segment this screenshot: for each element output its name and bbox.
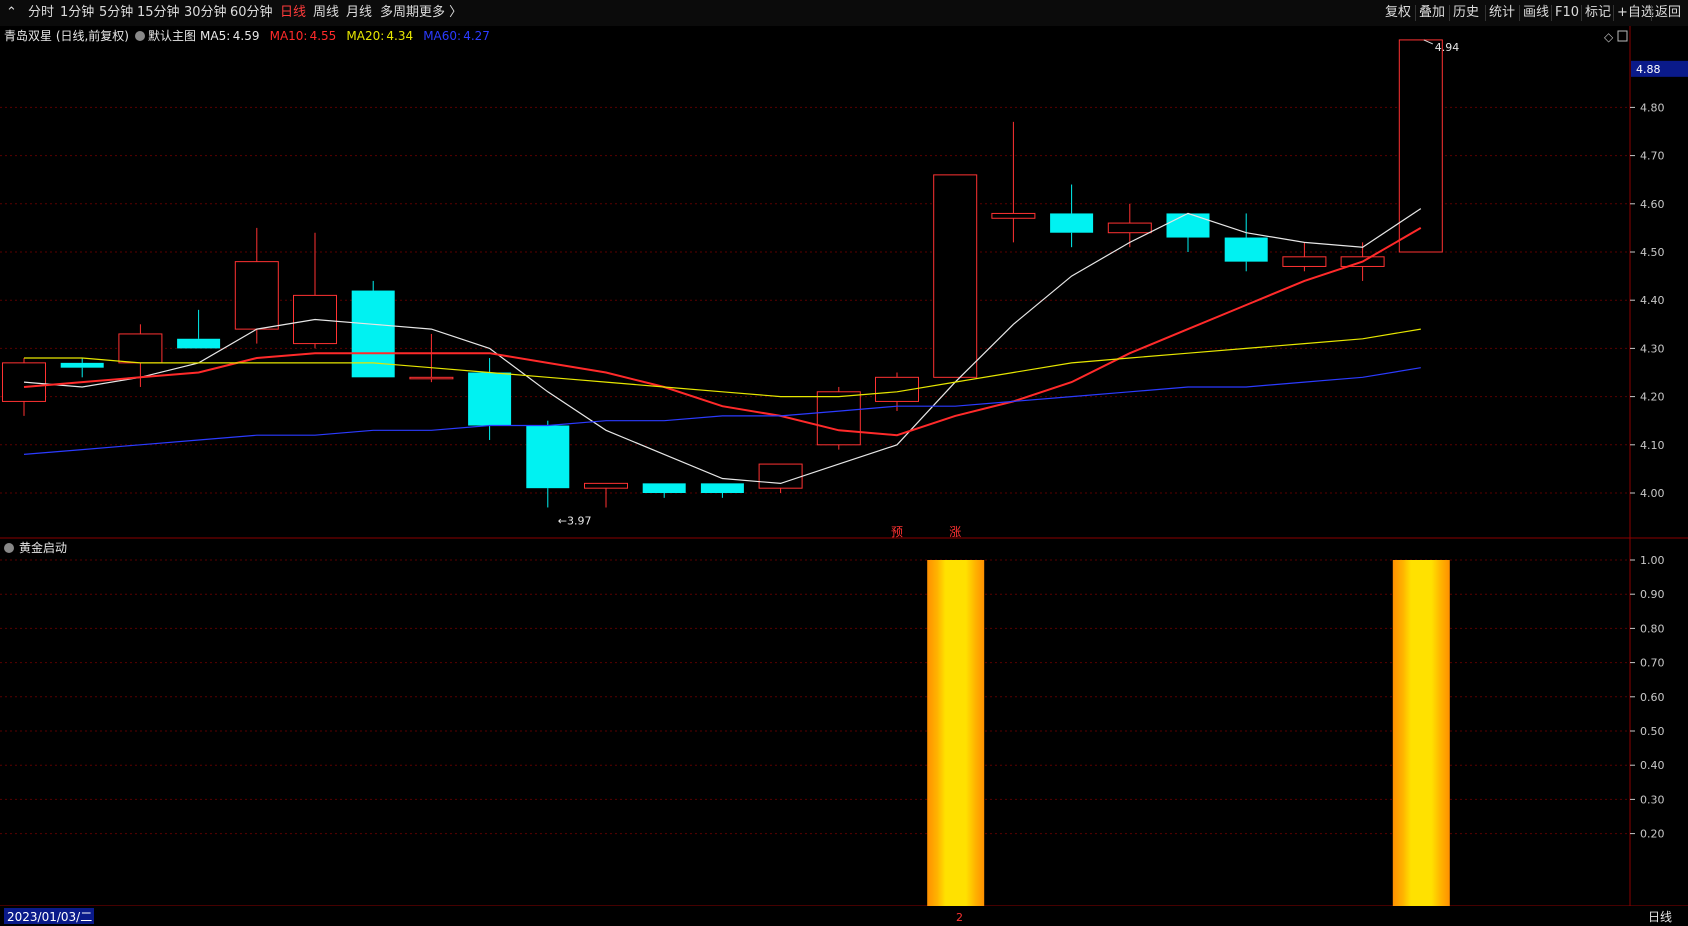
candle-body [816, 391, 861, 446]
low-price-label: ←3.97 [558, 514, 592, 527]
toolbar-separator [1581, 5, 1582, 21]
tab-30min[interactable]: 30分钟 [184, 0, 227, 26]
signal-label: 涨 [949, 524, 961, 539]
tab-weekly[interactable]: 周线 [313, 0, 339, 26]
indicator-tick-label: 1.00 [1640, 554, 1665, 567]
y-tick-label: 4.00 [1640, 487, 1665, 500]
toolbar-separator [1551, 5, 1552, 21]
indicator-tick-label: 0.50 [1640, 725, 1665, 738]
ma-legend-label: MA20: [346, 29, 384, 43]
candle-body [234, 261, 279, 330]
last-price-label: 4.88 [1636, 63, 1661, 76]
tab-daily[interactable]: 日线 [280, 0, 306, 26]
btn-history[interactable]: 历史 [1453, 0, 1479, 26]
tab-60min[interactable]: 60分钟 [230, 0, 273, 26]
toolbar-separator [1485, 5, 1486, 21]
candle-body [584, 482, 628, 489]
y-tick-label: 4.80 [1640, 101, 1665, 114]
y-tick-label: 4.60 [1640, 198, 1665, 211]
toolbar-separator [1449, 5, 1450, 21]
candle-body [1107, 222, 1152, 234]
candle [1398, 39, 1443, 253]
btn-fuquan[interactable]: 复权 [1385, 0, 1411, 26]
toolbar-separator [1613, 5, 1614, 21]
indicator-tick-label: 0.20 [1640, 828, 1665, 841]
y-tick-label: 4.10 [1640, 439, 1665, 452]
btn-stats[interactable]: 统计 [1489, 0, 1515, 26]
toolbar-separator [1415, 5, 1416, 21]
tab-monthly[interactable]: 月线 [346, 0, 372, 26]
btn-back[interactable]: 返回 [1655, 0, 1681, 26]
golden-start-bar [1392, 560, 1450, 912]
toolbar-toggle-icon[interactable]: ⌃ [6, 0, 17, 26]
y-tick-label: 4.70 [1640, 150, 1665, 163]
btn-add-watch[interactable]: +自选 [1617, 0, 1654, 26]
candle [933, 174, 978, 378]
signal-label: 预 [891, 525, 903, 539]
golden-start-bar [927, 560, 985, 912]
indicator-tick-label: 0.90 [1640, 588, 1665, 601]
footer-marker: 2 [956, 911, 963, 924]
ma-legend-label: MA10: [270, 29, 308, 43]
tab-fenshi[interactable]: 分时 [28, 0, 54, 26]
toolbar-separator [1519, 5, 1520, 21]
period-label: 日线 [1648, 910, 1672, 924]
y-tick-label: 4.40 [1640, 294, 1665, 307]
candle-body [700, 483, 744, 493]
template-dropdown-icon[interactable] [135, 31, 145, 41]
btn-draw[interactable]: 画线 [1523, 0, 1549, 26]
candle-body [758, 463, 803, 489]
indicator-tick-label: 0.80 [1640, 622, 1665, 635]
btn-f10[interactable]: F10 [1555, 0, 1579, 26]
ma-legend-value: 4.27 [463, 29, 490, 43]
high-price-label: 4.94 [1435, 41, 1460, 54]
footer-bar: 2023/01/03/二 2 日线 [0, 906, 1688, 926]
indicator-title: 黄金启动 [19, 540, 67, 555]
period-toolbar: ⌃ 分时 1分钟 5分钟 15分钟 30分钟 60分钟 日线 周线 月线 多周期 更多 〉 复权 叠加 历史… [0, 0, 1688, 27]
ma-legend-label: MA5: [200, 29, 230, 43]
indicator-tick-label: 0.40 [1640, 759, 1665, 772]
candle-body [1282, 256, 1327, 267]
candle-body [1050, 213, 1094, 233]
candle-body [642, 483, 686, 493]
candle-body [1166, 213, 1210, 238]
template-name[interactable]: 默认主图 [148, 28, 196, 43]
tab-more[interactable]: 更多 〉 [419, 0, 462, 26]
ma-legend-label: MA60: [423, 29, 461, 43]
tab-5min[interactable]: 5分钟 [99, 0, 133, 26]
candle-body [1224, 237, 1268, 262]
candle-body [177, 338, 221, 349]
indicator-tick-label: 0.30 [1640, 793, 1665, 806]
candle-body [933, 174, 978, 378]
btn-overlay[interactable]: 叠加 [1419, 0, 1445, 26]
toolbar-separator [1651, 5, 1652, 21]
stock-title: 青岛双星 (日线,前复权) [4, 28, 129, 43]
candle-body [991, 212, 1036, 219]
collapse-icon[interactable]: ◇ [1604, 30, 1614, 44]
stock-chart: 4.94 ←3.97 预 涨 4.00 4.10 4.20 4.30 4.40 4.50 4.60… [0, 26, 1688, 926]
ma-legend-value: 4.55 [310, 29, 337, 43]
candle-body [468, 372, 512, 426]
ma-legend-value: 4.59 [233, 29, 260, 43]
y-tick-label: 4.20 [1640, 391, 1665, 404]
y-tick-label: 4.30 [1640, 342, 1665, 355]
btn-mark[interactable]: 标记 [1585, 0, 1611, 26]
indicator-tick-label: 0.70 [1640, 657, 1665, 670]
cursor-date: 2023/01/03/二 [7, 910, 92, 924]
indicator-dropdown-icon[interactable] [4, 543, 14, 553]
indicator-tick-label: 0.60 [1640, 691, 1665, 704]
y-tick-label: 4.50 [1640, 246, 1665, 259]
candle-body [526, 425, 570, 489]
candle-body [1398, 39, 1443, 253]
tab-1min[interactable]: 1分钟 [60, 0, 94, 26]
candle-body [409, 376, 454, 380]
candle-body [118, 333, 163, 364]
candle-body [60, 362, 104, 368]
tab-15min[interactable]: 15分钟 [137, 0, 180, 26]
tab-multi-period[interactable]: 多周期 [380, 0, 419, 26]
ma-legend-value: 4.34 [386, 29, 413, 43]
